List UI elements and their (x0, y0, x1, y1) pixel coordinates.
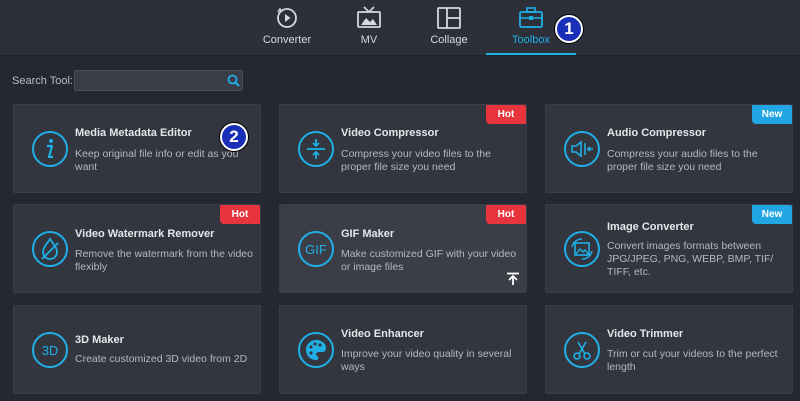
svg-text:3D: 3D (42, 343, 59, 358)
tool-card-3d-maker[interactable]: 3D 3D Maker Create customized 3D video f… (13, 305, 261, 394)
hot-badge: Hot (220, 205, 260, 224)
audio-compress-icon (564, 131, 600, 167)
tool-card-media-metadata-editor[interactable]: Media Metadata Editor Keep original file… (13, 104, 261, 193)
tool-description: Compress your video files to the proper … (341, 148, 491, 173)
tool-description: Make customized GIF with your video or i… (341, 248, 517, 273)
tool-title: GIF Maker (341, 228, 395, 240)
search-input[interactable] (74, 70, 243, 91)
tool-title: Audio Compressor (607, 127, 707, 139)
tab-collage-label: Collage (430, 34, 468, 46)
tool-title: Video Enhancer (341, 328, 424, 340)
info-icon (32, 131, 68, 167)
tool-title: 3D Maker (75, 334, 124, 346)
search-label: Search Tool: (12, 75, 73, 87)
tool-description: Remove the watermark from the video flex… (75, 248, 253, 273)
image-convert-icon (564, 231, 600, 267)
tab-converter[interactable]: Converter (242, 0, 332, 56)
scissors-icon (564, 332, 600, 368)
tool-title: Video Watermark Remover (75, 228, 215, 240)
converter-icon (277, 7, 297, 28)
tool-card-image-converter[interactable]: Image Converter Convert images formats b… (545, 204, 793, 293)
svg-text:GIF: GIF (305, 242, 327, 257)
compress-icon (298, 131, 334, 167)
tool-card-video-watermark-remover[interactable]: Video Watermark Remover Remove the water… (13, 204, 261, 293)
tool-description: Convert images formats between JPG/JPEG,… (607, 240, 774, 278)
upload-arrow-icon[interactable] (506, 272, 520, 286)
collage-icon (437, 7, 461, 29)
tool-card-gif-maker[interactable]: GIF GIF Maker Make customized GIF with y… (279, 204, 527, 293)
tab-converter-label: Converter (262, 34, 312, 46)
tool-card-video-enhancer[interactable]: Video Enhancer Improve your video qualit… (279, 305, 527, 394)
tool-title: Image Converter (607, 221, 694, 233)
tool-card-video-compressor[interactable]: Video Compressor Compress your video fil… (279, 104, 527, 193)
hot-badge: Hot (486, 205, 526, 224)
step-marker-1: 1 (555, 15, 583, 43)
tool-title: Video Trimmer (607, 328, 684, 340)
tab-mv-label: MV (360, 34, 378, 46)
new-badge: New (752, 205, 792, 224)
tool-title: Media Metadata Editor (75, 127, 192, 139)
new-badge: New (752, 105, 792, 124)
tool-description: Trim or cut your videos to the perfect l… (607, 348, 778, 373)
tool-description: Compress your audio files to the proper … (607, 148, 758, 173)
palette-icon (298, 332, 334, 368)
tv-icon (357, 6, 381, 28)
tool-card-audio-compressor[interactable]: Audio Compressor Compress your audio fil… (545, 104, 793, 193)
toolbox-icon (519, 7, 543, 28)
tool-card-video-trimmer[interactable]: Video Trimmer Trim or cut your videos to… (545, 305, 793, 394)
step-marker-2: 2 (220, 123, 248, 151)
search-icon[interactable] (227, 74, 240, 87)
tool-description: Improve your video quality in several wa… (341, 348, 512, 373)
tool-description: Create customized 3D video from 2D (75, 353, 248, 365)
3d-icon: 3D (32, 332, 68, 368)
tool-description: Keep original file info or edit as you w… (75, 148, 239, 173)
tab-collage[interactable]: Collage (404, 0, 494, 56)
hot-badge: Hot (486, 105, 526, 124)
top-nav-bar: Converter MV Collage Toolbox (0, 0, 800, 56)
gif-icon: GIF (298, 231, 334, 267)
tool-title: Video Compressor (341, 127, 439, 139)
tab-mv[interactable]: MV (324, 0, 414, 56)
watermark-drop-icon (32, 231, 68, 267)
